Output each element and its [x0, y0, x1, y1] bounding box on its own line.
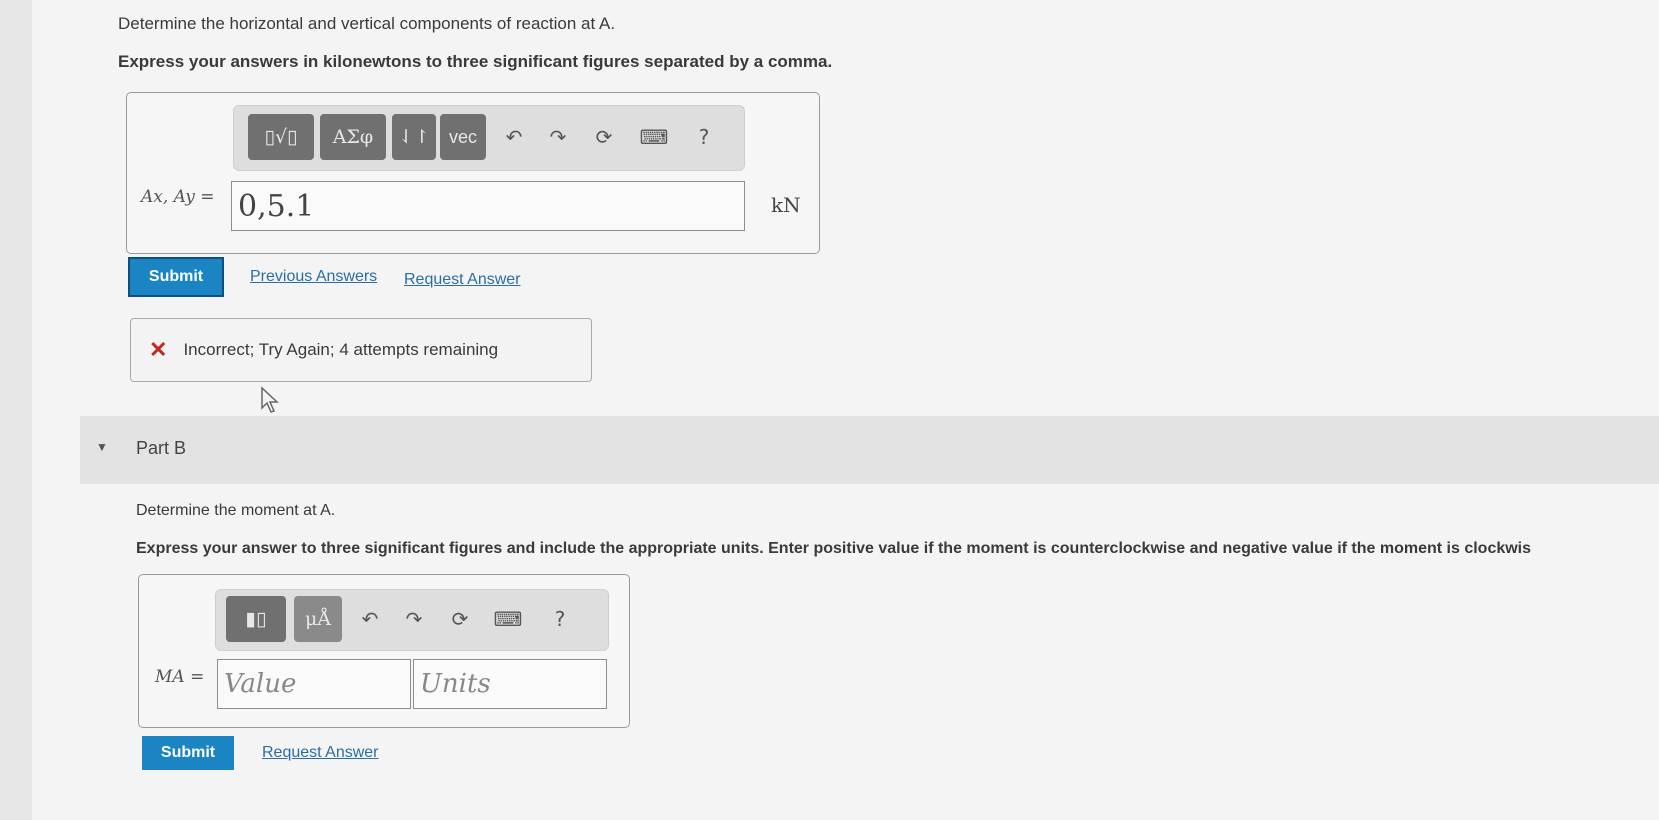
unit-label: kN [771, 193, 801, 217]
help-icon[interactable]: ? [686, 114, 722, 160]
templates-button-b[interactable]: ▮▯ [226, 596, 286, 642]
redo-icon-b[interactable]: ↷ [396, 596, 432, 642]
mouse-cursor-icon [261, 386, 279, 413]
request-answer-link-a[interactable]: Request Answer [404, 271, 521, 289]
part-a-toolbar: ▯√▯ ΑΣφ ⇃↾ vec ↶ ↷ ⟳ ⌨ ? [233, 105, 745, 171]
greek-symbols-button[interactable]: ΑΣφ [320, 114, 386, 160]
vector-button[interactable]: vec [440, 114, 486, 160]
units-button[interactable]: μÅ [294, 596, 342, 642]
part-b-instruction: Express your answer to three significant… [136, 540, 1532, 557]
part-a-question: Determine the horizontal and vertical co… [118, 14, 616, 33]
units-placeholder: Units [420, 669, 491, 699]
redo-icon[interactable]: ↷ [540, 114, 576, 160]
value-input[interactable]: Value [217, 659, 411, 709]
reset-icon[interactable]: ⟳ [586, 114, 622, 160]
undo-icon-b[interactable]: ↶ [352, 596, 388, 642]
left-margin [0, 0, 32, 820]
undo-icon[interactable]: ↶ [496, 114, 532, 160]
help-icon-b[interactable]: ? [542, 596, 578, 642]
templates-icon: ▯√▯ [264, 126, 298, 148]
templates-button[interactable]: ▯√▯ [248, 114, 314, 160]
collapse-triangle-icon[interactable]: ▼ [96, 440, 108, 454]
incorrect-x-icon: ✕ [149, 337, 168, 362]
reset-icon-b[interactable]: ⟳ [442, 596, 478, 642]
submit-button-b[interactable]: Submit [142, 736, 234, 770]
units-label: μÅ [304, 608, 332, 630]
vec-label: vec [448, 126, 477, 147]
part-b-toolbar: ▮▯ μÅ ↶ ↷ ⟳ ⌨ ? [215, 589, 609, 651]
part-b-header[interactable]: ▼ Part B [80, 416, 1659, 484]
part-a-answer-box: ▯√▯ ΑΣφ ⇃↾ vec ↶ ↷ ⟳ ⌨ ? Ax, Ay = 0,5.1 … [126, 92, 820, 254]
sort-icon: ⇃↾ [398, 126, 430, 148]
templates-icon-b: ▮▯ [245, 608, 267, 630]
part-b-answer-box: ▮▯ μÅ ↶ ↷ ⟳ ⌨ ? MA = Value Units [138, 574, 630, 728]
units-input[interactable]: Units [413, 659, 607, 709]
request-answer-link-b[interactable]: Request Answer [262, 744, 379, 762]
part-b-title: Part B [136, 438, 187, 458]
keyboard-icon[interactable]: ⌨ [634, 114, 674, 160]
input-label-ax-ay: Ax, Ay = [141, 187, 215, 207]
keyboard-icon-b[interactable]: ⌨ [488, 596, 528, 642]
part-a-instruction: Express your answers in kilonewtons to t… [118, 52, 833, 71]
submit-button-a[interactable]: Submit [128, 257, 224, 297]
feedback-text: Incorrect; Try Again; 4 attempts remaini… [183, 340, 499, 359]
sort-button[interactable]: ⇃↾ [392, 114, 436, 160]
answer-input-a[interactable]: 0,5.1 [231, 181, 745, 231]
part-b-question: Determine the moment at A. [136, 502, 336, 519]
value-placeholder: Value [224, 669, 297, 699]
input-label-ma: MA = [155, 667, 205, 687]
greek-symbols-label: ΑΣφ [332, 126, 374, 148]
previous-answers-link[interactable]: Previous Answers [250, 268, 377, 286]
feedback-box: ✕ Incorrect; Try Again; 4 attempts remai… [130, 318, 592, 382]
